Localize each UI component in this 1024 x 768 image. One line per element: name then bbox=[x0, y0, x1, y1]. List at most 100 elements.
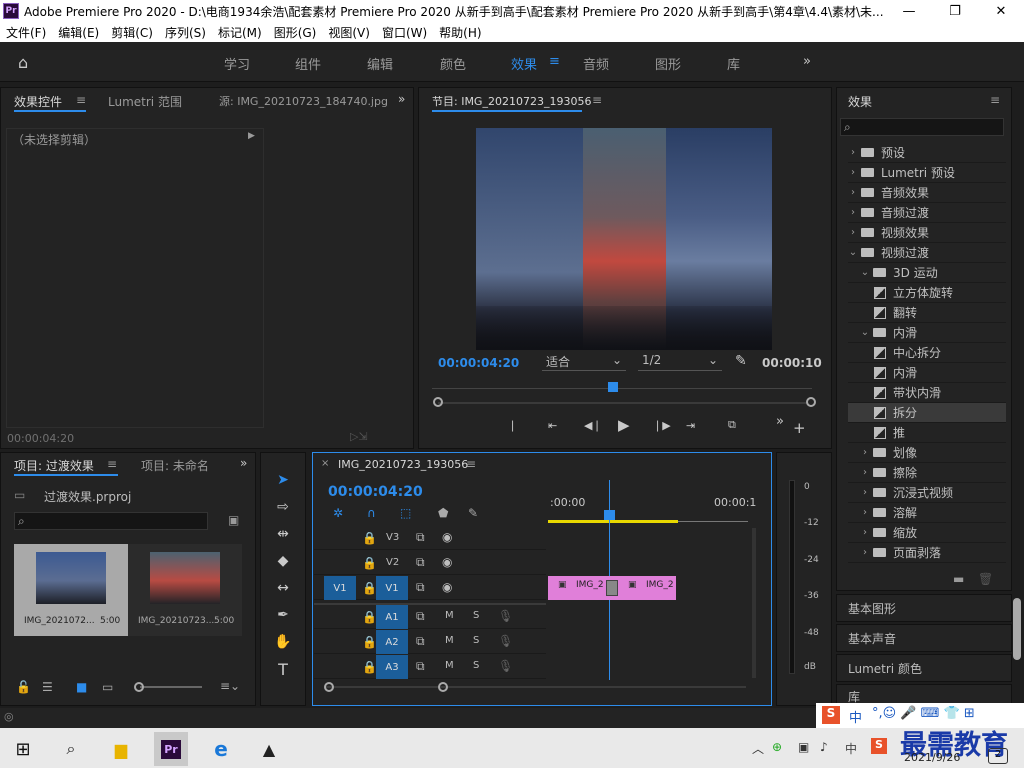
chevron-right-icon[interactable]: › bbox=[860, 487, 870, 498]
effects-folder[interactable]: › 页面剥落 bbox=[848, 543, 1006, 563]
track-select-tool-icon[interactable]: ⇨ bbox=[272, 496, 294, 518]
effects-folder[interactable]: › 音频过渡 bbox=[848, 203, 1006, 223]
file-explorer-icon[interactable]: ▆ bbox=[104, 732, 138, 766]
timeline-menu-icon[interactable]: ≡ bbox=[466, 457, 476, 471]
effects-transition-item[interactable]: 立方体旋转 bbox=[848, 283, 1006, 303]
tab-project-untitled[interactable]: 项目: 未命名 bbox=[141, 457, 209, 474]
lock-icon[interactable]: 🔒 bbox=[362, 635, 377, 649]
close-icon[interactable]: ✕ bbox=[978, 0, 1024, 22]
restore-icon[interactable]: ❐ bbox=[932, 0, 978, 22]
edge-browser-icon[interactable]: e bbox=[204, 732, 238, 766]
solo-button[interactable]: S bbox=[473, 635, 479, 646]
scroll-handle-right[interactable] bbox=[806, 397, 816, 407]
effects-folder[interactable]: › 音频效果 bbox=[848, 183, 1006, 203]
timeline-v-scrollbar[interactable] bbox=[752, 528, 756, 678]
icon-view-icon[interactable]: ■ bbox=[76, 680, 87, 694]
program-playhead-timecode[interactable]: 00:00:04:20 bbox=[438, 356, 519, 370]
hand-tool-icon[interactable]: ✋ bbox=[272, 631, 294, 653]
project-search-input[interactable]: ⌕ bbox=[14, 512, 208, 530]
notification-badge[interactable]: 2 bbox=[988, 748, 1008, 764]
menu-file[interactable]: 文件(F) bbox=[6, 24, 46, 41]
step-forward-icon[interactable]: ❘▶ bbox=[653, 419, 671, 432]
effects-menu-icon[interactable]: ≡ bbox=[990, 93, 1000, 107]
ripple-edit-tool-icon[interactable]: ⇹ bbox=[272, 523, 294, 545]
razor-tool-icon[interactable]: ◆ bbox=[272, 550, 294, 572]
timeline-settings-icon[interactable]: ✎ bbox=[468, 506, 478, 520]
photos-icon[interactable]: ▲ bbox=[252, 732, 286, 766]
lock-icon[interactable]: 🔒 bbox=[362, 581, 377, 595]
chevron-down-icon[interactable]: ⌄ bbox=[848, 247, 858, 258]
effects-transition-item[interactable]: 内滑 bbox=[848, 363, 1006, 383]
zoom-scrollbar[interactable] bbox=[438, 402, 806, 404]
menu-edit[interactable]: 编辑(E) bbox=[58, 24, 99, 41]
h-scroll-handle-right[interactable] bbox=[438, 682, 448, 692]
freeform-view-icon[interactable]: ▭ bbox=[102, 680, 113, 694]
solo-button[interactable]: S bbox=[473, 610, 479, 621]
lock-icon[interactable]: 🔒 bbox=[362, 610, 377, 624]
solo-button[interactable]: S bbox=[473, 660, 479, 671]
effects-folder[interactable]: › 缩放 bbox=[848, 523, 1006, 543]
effects-transition-item[interactable]: 拆分 bbox=[848, 403, 1006, 423]
export-icon[interactable]: ▷⇲ bbox=[350, 430, 368, 443]
menu-markers[interactable]: 标记(M) bbox=[218, 24, 262, 41]
effects-folder[interactable]: › 擦除 bbox=[848, 463, 1006, 483]
slip-tool-icon[interactable]: ↔ bbox=[272, 577, 294, 599]
chevron-right-icon[interactable]: › bbox=[848, 207, 858, 218]
essential-sound-section[interactable]: 基本声音 bbox=[836, 624, 1012, 652]
program-playhead[interactable] bbox=[608, 382, 618, 392]
new-bin-icon[interactable]: ▣ bbox=[228, 513, 239, 527]
microphone-icon[interactable]: 🎙 bbox=[498, 609, 513, 623]
track-target-v1[interactable]: V1 bbox=[376, 576, 408, 600]
sync-lock-icon[interactable]: ⧉ bbox=[416, 609, 425, 624]
panel-menu-icon[interactable]: ≡ bbox=[76, 93, 86, 107]
lock-icon[interactable]: 🔓 bbox=[16, 680, 31, 694]
workspace-effects[interactable]: 效果 bbox=[511, 54, 537, 73]
tab-lumetri-scopes[interactable]: Lumetri 范围 bbox=[108, 93, 182, 110]
export-frame-icon[interactable]: ⧉ bbox=[728, 418, 736, 432]
track-target-a1[interactable]: A1 bbox=[376, 605, 408, 629]
tab-project-transitions[interactable]: 项目: 过渡效果 bbox=[14, 457, 94, 474]
more-tabs-icon[interactable]: » bbox=[398, 92, 405, 106]
minimize-icon[interactable]: — bbox=[886, 0, 932, 22]
chevron-right-icon[interactable]: › bbox=[860, 467, 870, 478]
tray-network-icon[interactable]: ⊕ bbox=[772, 740, 782, 754]
snap-magnet-icon[interactable]: ∩ bbox=[367, 506, 376, 520]
ime-mode[interactable]: 中 bbox=[849, 707, 862, 726]
workspace-graphics[interactable]: 图形 bbox=[655, 54, 681, 73]
close-tab-icon[interactable]: × bbox=[321, 458, 329, 469]
chevron-down-icon[interactable]: ⌄ bbox=[860, 327, 870, 338]
timeline-timecode[interactable]: 00:00:04:20 bbox=[328, 484, 423, 500]
chevron-right-icon[interactable]: › bbox=[860, 507, 870, 518]
sync-lock-icon[interactable]: ⧉ bbox=[416, 659, 425, 674]
fit-dropdown[interactable]: 适合 ⌄ bbox=[542, 353, 626, 371]
chevron-right-icon[interactable]: › bbox=[860, 447, 870, 458]
source-patch-v1[interactable]: V1 bbox=[324, 576, 356, 600]
workspace-editing[interactable]: 编辑 bbox=[367, 54, 393, 73]
tray-sogou-icon[interactable]: S bbox=[871, 738, 887, 754]
chevron-right-icon[interactable]: › bbox=[848, 167, 858, 178]
project-item-2[interactable]: IMG_20210723... 5:00 bbox=[128, 544, 242, 636]
selection-tool-icon[interactable]: ➤ bbox=[272, 469, 294, 491]
zoom-slider-handle[interactable] bbox=[134, 682, 144, 692]
chevron-right-icon[interactable]: › bbox=[848, 227, 858, 238]
tab-source[interactable]: 源: IMG_20210723_184740.jpg bbox=[219, 93, 388, 109]
chevron-right-icon[interactable]: › bbox=[860, 547, 870, 558]
sync-lock-icon[interactable]: ⧉ bbox=[416, 555, 425, 570]
effects-folder[interactable]: › 视频效果 bbox=[848, 223, 1006, 243]
more-tabs-icon[interactable]: » bbox=[240, 456, 247, 470]
workspace-audio[interactable]: 音频 bbox=[583, 54, 609, 73]
program-menu-icon[interactable]: ≡ bbox=[592, 93, 602, 107]
lock-icon[interactable]: 🔒 bbox=[362, 531, 377, 545]
go-to-out-icon[interactable]: ⇥ bbox=[686, 419, 695, 432]
chevron-right-icon[interactable]: › bbox=[860, 527, 870, 538]
more-workspaces-icon[interactable]: » bbox=[803, 54, 811, 69]
effects-folder[interactable]: ⌄ 3D 运动 bbox=[848, 263, 1006, 283]
project-menu-icon[interactable]: ≡ bbox=[107, 457, 117, 471]
effects-folder[interactable]: › 沉浸式视频 bbox=[848, 483, 1006, 503]
project-item-1[interactable]: IMG_2021072... 5:00 bbox=[14, 544, 128, 636]
home-icon[interactable]: ⌂ bbox=[18, 53, 28, 72]
effects-transition-item[interactable]: 中心拆分 bbox=[848, 343, 1006, 363]
tab-effect-controls[interactable]: 效果控件 bbox=[14, 93, 62, 110]
eye-icon[interactable]: ◉ bbox=[442, 530, 452, 544]
play-icon[interactable]: ▶ bbox=[618, 416, 630, 434]
